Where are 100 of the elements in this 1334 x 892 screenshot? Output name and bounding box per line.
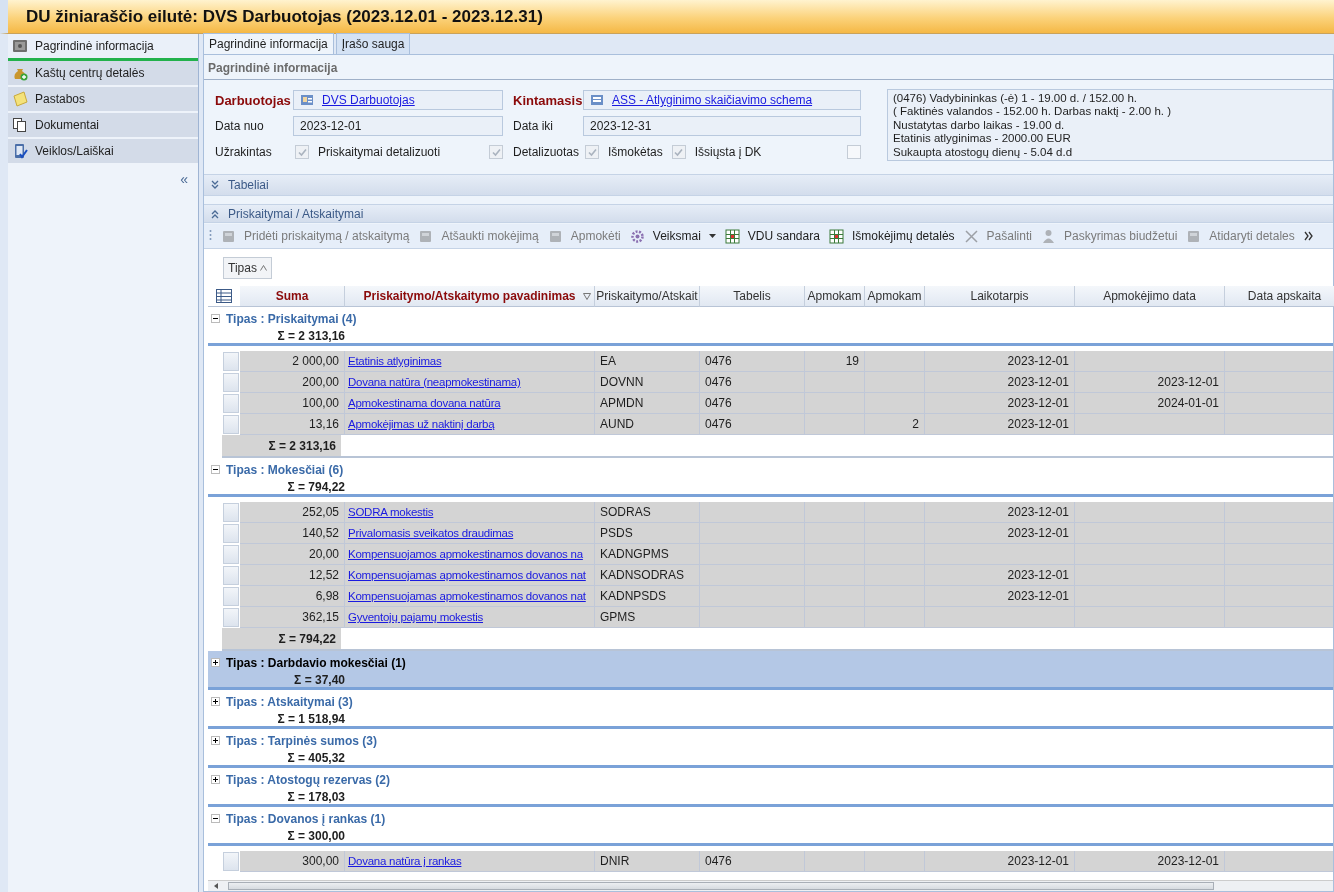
- note-icon: [12, 91, 28, 107]
- group-title: Tipas : Dovanos į rankas (1): [226, 811, 386, 826]
- row-selector[interactable]: [223, 373, 239, 392]
- group-by-chip[interactable]: Tipas: [223, 256, 272, 279]
- sort-icon: [259, 264, 267, 271]
- group-row[interactable]: Tipas : Atskaitymai (3) Σ = 1 518,94: [208, 690, 1333, 729]
- employee-field[interactable]: DVS Darbuotojas: [293, 90, 503, 110]
- toolbar-button[interactable]: Išmokėjimų detalės: [828, 228, 955, 244]
- sidebar-item[interactable]: Dokumentai: [8, 113, 198, 139]
- table-icon: [590, 93, 604, 107]
- period-cell: 2023-12-01: [925, 851, 1075, 872]
- panel-title: Priskaitymai / Atskaitymai: [228, 206, 364, 221]
- toolbar-button[interactable]: VDU sandara: [724, 228, 820, 244]
- tab[interactable]: Pagrindinė informacija: [203, 33, 334, 54]
- item-link[interactable]: Privalomasis sveikatos draudimas: [348, 527, 514, 539]
- toolbar-button[interactable]: Veiksmai: [629, 228, 716, 244]
- item-link[interactable]: Etatinis atlyginimas: [348, 355, 442, 367]
- tab[interactable]: Įrašo sauga: [335, 33, 411, 54]
- group-row[interactable]: Tipas : Atostogų rezervas (2) Σ = 178,03: [208, 768, 1333, 807]
- amount-cell: 2 000,00: [240, 351, 345, 372]
- row-selector[interactable]: [223, 587, 239, 606]
- item-link[interactable]: Kompensuojamos apmokestinamos dovanos na: [348, 548, 583, 560]
- column-header[interactable]: Suma: [240, 286, 345, 307]
- column-header[interactable]: Tabelis: [700, 286, 805, 307]
- column-header[interactable]: Laikotarpis: [925, 286, 1075, 307]
- item-link[interactable]: Dovana natūra į rankas: [348, 855, 462, 867]
- group-row[interactable]: Tipas : Mokesčiai (6) Σ = 794,22: [208, 458, 1333, 497]
- expand-icon[interactable]: [211, 775, 220, 784]
- column-header[interactable]: Apmokėjimo data: [1075, 286, 1225, 307]
- group-title: Tipas : Tarpinės sumos (3): [226, 733, 377, 748]
- item-link[interactable]: SODRA mokestis: [348, 506, 434, 518]
- checkbox-label: Išsiųsta į DK: [694, 145, 762, 159]
- row-selector[interactable]: [223, 852, 239, 871]
- item-link[interactable]: Apmokestinama dovana natūra: [348, 397, 501, 409]
- row-selector[interactable]: [223, 352, 239, 371]
- scroll-left-icon[interactable]: [212, 882, 220, 890]
- checkbox[interactable]: [585, 145, 599, 159]
- row-selector[interactable]: [223, 524, 239, 543]
- checkbox[interactable]: [671, 145, 686, 159]
- column-header[interactable]: Apmokam: [865, 286, 925, 307]
- group-row[interactable]: Tipas : Darbdavio mokesčiai (1) Σ = 37,40: [208, 651, 1333, 690]
- more-chevron-icon[interactable]: [1303, 231, 1313, 241]
- group-row[interactable]: Tipas : Tarpinės sumos (3) Σ = 405,32: [208, 729, 1333, 768]
- sidebar-item[interactable]: Pagrindinė informacija: [8, 34, 198, 61]
- scrollbar[interactable]: [208, 880, 1333, 891]
- collapse-chevron-icon: [210, 208, 220, 219]
- checkbox[interactable]: [489, 145, 503, 159]
- group-row[interactable]: Tipas : Dovanos į rankas (1) Σ = 300,00: [208, 807, 1333, 846]
- group-row[interactable]: Tipas : Priskaitymai (4) Σ = 2 313,16: [208, 307, 1333, 346]
- safe-icon: [12, 38, 28, 54]
- employee-link[interactable]: DVS Darbuotojas: [322, 93, 415, 107]
- collapse-icon[interactable]: [211, 465, 220, 474]
- expand-icon[interactable]: [211, 658, 220, 667]
- checkbox[interactable]: [295, 145, 309, 159]
- code-cell: DOVNN: [595, 372, 700, 393]
- panel-header[interactable]: Priskaitymai / Atskaitymai: [204, 204, 1333, 223]
- collapse-icon[interactable]: [211, 814, 220, 823]
- row-selector[interactable]: [223, 566, 239, 585]
- group-title: Tipas : Atostogų rezervas (2): [226, 772, 391, 787]
- row-selector[interactable]: [223, 503, 239, 522]
- row-selector[interactable]: [223, 394, 239, 413]
- variable-link[interactable]: ASS - Atlyginimo skaičiavimo schema: [612, 93, 813, 107]
- column-header[interactable]: Data apskaita: [1225, 286, 1334, 307]
- panel-header[interactable]: Tabeliai: [204, 174, 1333, 196]
- item-link[interactable]: Kompensuojamas apmokestinamos dovanos nat: [348, 569, 586, 581]
- period-cell: 2023-12-01: [925, 565, 1075, 586]
- sidebar-item[interactable]: Pastabos: [8, 87, 198, 113]
- expand-icon[interactable]: [211, 736, 220, 745]
- item-link[interactable]: Gyventojų pajamų mokestis: [348, 611, 483, 623]
- column-header[interactable]: Apmokam: [805, 286, 865, 307]
- expand-icon[interactable]: [211, 697, 220, 706]
- row-selector[interactable]: [223, 608, 239, 627]
- checkbox[interactable]: [847, 145, 861, 159]
- collapse-icon[interactable]: [211, 314, 220, 323]
- info-line: Etatinis atlyginimas - 2000.00 EUR: [893, 132, 1072, 146]
- sidebar-item[interactable]: Kaštų centrų detalės: [8, 61, 198, 87]
- row-selector[interactable]: [223, 545, 239, 564]
- code-cell: APMDN: [595, 393, 700, 414]
- column-chooser[interactable]: [208, 286, 240, 307]
- amount-cell: 200,00: [240, 372, 345, 393]
- item-link[interactable]: Dovana natūra (neapmokestinama): [348, 376, 521, 388]
- item-link[interactable]: Apmokėjimas už naktinį darbą: [348, 418, 495, 430]
- group-title: Tipas : Priskaitymai (4): [226, 311, 357, 326]
- period-cell: 2023-12-01: [925, 502, 1075, 523]
- date-field[interactable]: 2023-12-31: [583, 116, 861, 136]
- close-icon: [963, 228, 979, 244]
- variable-field[interactable]: ASS - Atlyginimo skaičiavimo schema: [583, 90, 861, 110]
- card-icon: [300, 93, 314, 107]
- collapse-button[interactable]: «: [180, 171, 188, 187]
- period-cell: 2023-12-01: [925, 523, 1075, 544]
- code-cell: KADNGPMS: [595, 544, 700, 565]
- date-field[interactable]: 2023-12-01: [293, 116, 503, 136]
- row-selector[interactable]: [223, 415, 239, 434]
- scroll-thumb[interactable]: [228, 882, 1214, 890]
- section-title: Pagrindinė informacija: [204, 55, 1333, 80]
- sidebar-item[interactable]: Veiklos/Laiškai: [8, 139, 198, 165]
- column-header[interactable]: Priskaitymo/Atskait: [595, 286, 700, 307]
- item-link[interactable]: Kompensuojamas apmokestinamos dovanos nat: [348, 590, 586, 602]
- timesheet-cell: 0476: [700, 393, 805, 414]
- column-header[interactable]: Priskaitymo/Atskaitymo pavadinimas: [345, 286, 595, 307]
